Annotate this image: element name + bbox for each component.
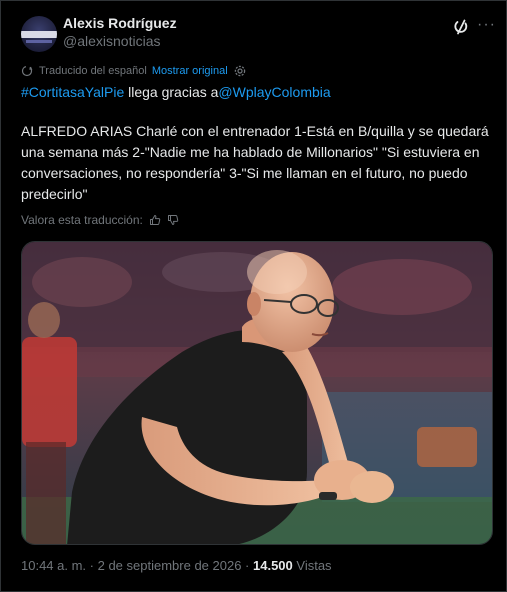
mention-link[interactable]: @WplayColombia [218, 84, 330, 100]
tweet-body: ALFREDO ARIAS Charlé con el entrenador 1… [21, 123, 489, 202]
translation-note: Traducido del español [39, 65, 147, 77]
more-icon[interactable]: ··· [477, 16, 496, 34]
author-name[interactable]: Alexis Rodríguez [63, 15, 177, 31]
hashtag-link[interactable]: #CortitasaYalPie [21, 84, 124, 100]
show-original-link[interactable]: Mostrar original [152, 65, 228, 77]
rate-translation-label: Valora esta traducción: [21, 213, 143, 227]
author-handle[interactable]: @alexisnoticias [63, 33, 160, 49]
views-count: 14.500 [253, 558, 293, 573]
tweet-sponsor-line: #CortitasaYalPie llega gracias a@WplayCo… [21, 82, 331, 102]
rate-translation: Valora esta traducción: [21, 213, 179, 227]
tweet-card: Alexis Rodríguez @alexisnoticias ··· Tra… [0, 0, 507, 592]
thumbs-down-icon[interactable] [167, 214, 179, 226]
translation-notice: Traducido del español Mostrar original [21, 63, 246, 79]
sponsor-connector: llega gracias a [124, 84, 219, 100]
tweet-photo[interactable] [21, 241, 493, 545]
tweet-date[interactable]: 2 de septiembre de 2026 [98, 558, 242, 573]
gear-icon[interactable] [234, 65, 246, 77]
tweet-meta: 10:44 a. m. · 2 de septiembre de 2026 · … [21, 558, 332, 573]
grok-icon[interactable] [451, 17, 471, 37]
tweet-time[interactable]: 10:44 a. m. [21, 558, 86, 573]
thumbs-up-icon[interactable] [149, 214, 161, 226]
meta-separator: · [241, 558, 253, 573]
meta-separator: · [86, 558, 98, 573]
coach-photo [22, 242, 492, 544]
views-label: Vistas [292, 558, 332, 573]
translate-icon [21, 65, 33, 77]
avatar[interactable] [21, 16, 57, 52]
